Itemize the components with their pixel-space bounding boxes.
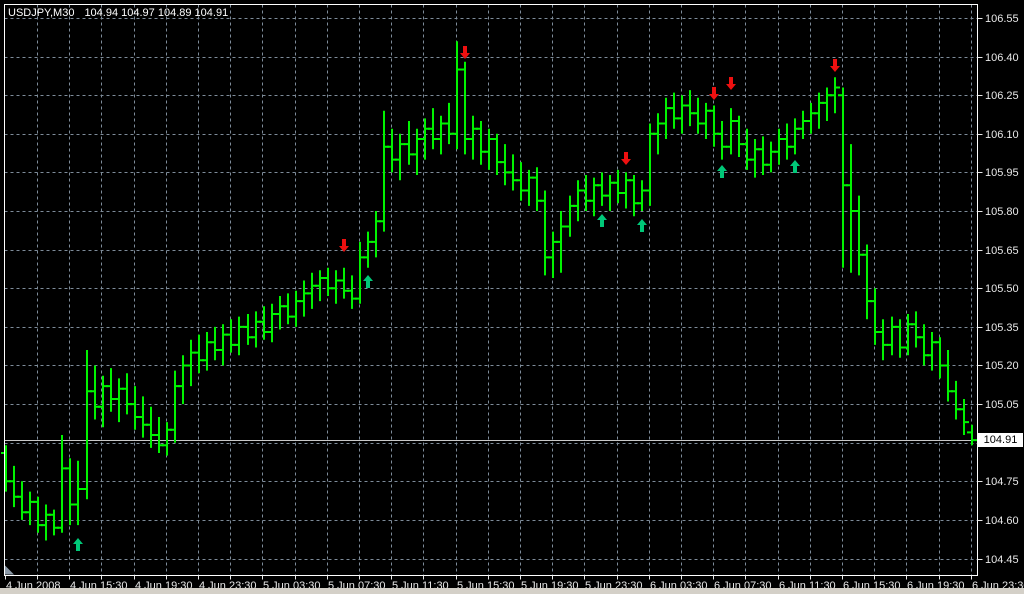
price-axis-label: 104.45 <box>985 554 1019 566</box>
price-axis-label: 105.65 <box>985 245 1019 257</box>
price-axis-label: 106.25 <box>985 90 1019 102</box>
price-axis-label: 105.50 <box>985 283 1019 295</box>
price-axis-label: 105.20 <box>985 360 1019 372</box>
price-axis-label: 105.80 <box>985 206 1019 218</box>
price-axis-label: 105.35 <box>985 322 1019 334</box>
chart-title: USDJPY,M30 104.94 104.97 104.89 104.91 <box>8 7 228 19</box>
chart-window: 106.55 106.40 106.25 106.10 105.95 105.80 105.… <box>0 0 1024 594</box>
price-axis-label: 106.10 <box>985 129 1019 141</box>
price-axis-label: 104.75 <box>985 476 1019 488</box>
price-axis-label: 106.40 <box>985 52 1019 64</box>
window-edge <box>0 588 1024 594</box>
price-axis-label: 106.55 <box>985 13 1019 25</box>
current-price-badge: 104.91 <box>978 433 1023 447</box>
symbol-period-label: USDJPY,M30 <box>8 7 75 19</box>
quote-ohlc-label: 104.94 104.97 104.89 104.91 <box>84 7 229 19</box>
price-chart-canvas[interactable]: 106.55 106.40 106.25 106.10 105.95 105.80 105.… <box>0 0 1024 594</box>
price-axis-label: 105.95 <box>985 167 1019 179</box>
price-axis-label: 105.05 <box>985 399 1019 411</box>
price-axis-label: 104.60 <box>985 515 1019 527</box>
chart-background <box>0 0 1024 594</box>
